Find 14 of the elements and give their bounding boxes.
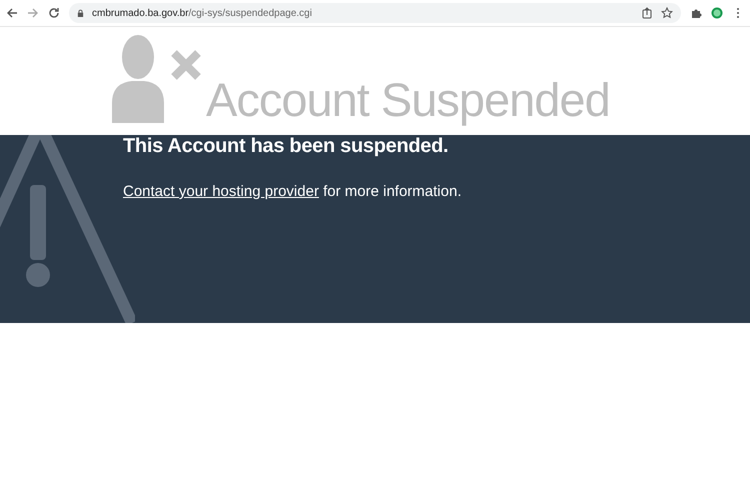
page-title: Account Suspended: [206, 72, 610, 127]
suspension-message: This Account has been suspended.: [123, 135, 450, 158]
address-bar[interactable]: cmbrumado.ba.gov.br/cgi-sys/suspendedpage.cgi: [69, 3, 681, 23]
share-icon[interactable]: [641, 7, 653, 19]
back-icon[interactable]: [6, 7, 18, 19]
puzzle-icon[interactable]: [690, 7, 702, 19]
info-text: for more information.: [322, 183, 462, 200]
url-text[interactable]: cmbrumado.ba.gov.br/cgi-sys/suspendedpage.cgi: [92, 8, 312, 18]
reload-icon[interactable]: [48, 7, 60, 19]
lock-icon: [77, 8, 84, 18]
user-removed-icon: [112, 33, 204, 123]
star-icon[interactable]: [661, 7, 673, 19]
profile-avatar[interactable]: [711, 7, 723, 19]
hosting-provider-link[interactable]: Contact your hosting provider: [123, 183, 319, 200]
